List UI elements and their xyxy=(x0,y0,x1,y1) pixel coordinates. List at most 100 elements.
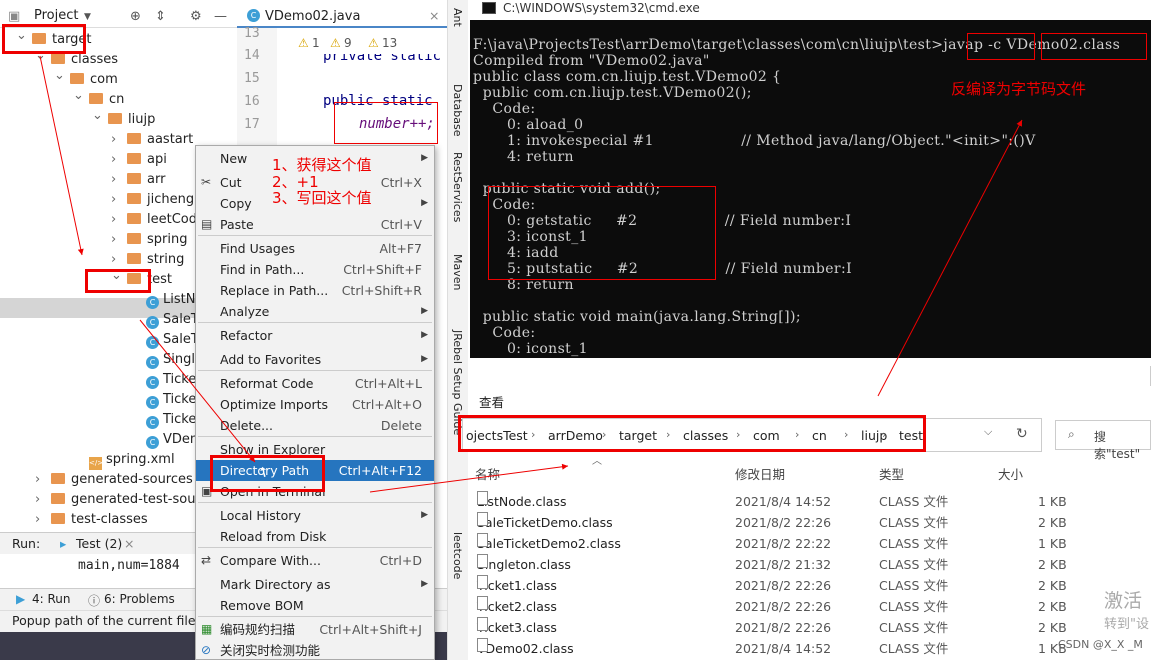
chevron-right-icon[interactable]: › xyxy=(111,130,116,150)
collapse-icon[interactable]: ⇕ xyxy=(155,9,166,24)
annotation-decompile: 反编译为字节码文件 xyxy=(951,80,1087,98)
cmd-icon xyxy=(482,2,496,14)
chevron-down-icon[interactable]: ⌄ xyxy=(54,66,65,86)
file-row[interactable]: SaleTicketDemo.class 2021/8/2 22:26 CLASS … xyxy=(470,512,1151,533)
tree-item[interactable]: › generated-sources xyxy=(25,470,193,490)
chevron-right-icon[interactable]: › xyxy=(35,470,40,490)
tree-item[interactable]: ⌄ target xyxy=(6,28,92,50)
tree-item[interactable]: › spring xyxy=(101,230,187,250)
tree-item[interactable]: › api xyxy=(101,150,167,170)
chevron-right-icon[interactable]: › xyxy=(111,210,116,230)
minimize-icon[interactable]: — xyxy=(214,9,227,24)
menu-item[interactable]: Add to Favorites ▶ xyxy=(196,349,434,370)
chevron-right-icon[interactable]: › xyxy=(35,510,40,530)
tree-item-body: aastart xyxy=(127,132,193,147)
breadcrumb-item[interactable]: ojectsTest xyxy=(466,428,528,443)
menu-item[interactable]: Mark Directory as ▶ xyxy=(196,574,434,595)
menu-item-shortcut: Ctrl+Alt+L xyxy=(354,376,422,391)
menu-item[interactable]: Reload from Disk xyxy=(196,526,434,547)
breadcrumb-item[interactable]: test xyxy=(899,428,923,443)
col-name[interactable]: 名称 xyxy=(475,464,500,483)
refresh-icon[interactable]: ↻ xyxy=(1016,426,1028,442)
chevron-right-icon[interactable]: › xyxy=(111,150,116,170)
address-bar[interactable]: ojectsTest › arrDemo › target › classes › com › cn… xyxy=(462,418,1042,452)
side-tab-restservices[interactable]: RestServices xyxy=(451,152,464,222)
tree-item[interactable]: </> spring.xml xyxy=(63,450,175,470)
run-tab[interactable]: Test (2) xyxy=(76,536,122,551)
menu-item[interactable]: Directory Path Ctrl+Alt+F12 xyxy=(196,460,434,481)
menu-item[interactable]: Optimize Imports Ctrl+Alt+O xyxy=(196,394,434,415)
menu-item[interactable]: Reformat Code Ctrl+Alt+L xyxy=(196,373,434,394)
menu-item[interactable]: Delete... Delete xyxy=(196,415,434,436)
side-tab-ant[interactable]: Ant xyxy=(451,8,464,27)
tree-item[interactable]: › aastart xyxy=(101,130,193,150)
close-icon[interactable]: × xyxy=(429,8,439,23)
tree-item[interactable]: › leetCode xyxy=(101,210,205,230)
inspection-widget[interactable]: ⚠ 1 ⚠ 9 ⚠ 13 xyxy=(298,34,443,54)
breadcrumb-item[interactable]: arrDemo xyxy=(548,428,603,443)
chevron-down-icon[interactable]: ⌄ xyxy=(111,266,122,286)
view-menu[interactable]: 查看 xyxy=(479,392,504,411)
side-tab-maven[interactable]: Maven xyxy=(451,254,464,290)
chevron-down-icon[interactable]: ⌄ xyxy=(92,106,103,126)
file-row[interactable]: ListNode.class 2021/8/4 14:52 CLASS 文件 1 KB xyxy=(470,491,1151,512)
tool-problems[interactable]: 6: Problems xyxy=(104,592,175,606)
menu-item[interactable]: ▦ 编码规约扫描 Ctrl+Alt+Shift+J xyxy=(196,619,434,640)
chevron-down-icon[interactable]: ⌄ xyxy=(73,86,84,106)
menu-item[interactable]: Find in Path... Ctrl+Shift+F xyxy=(196,259,434,280)
project-label[interactable]: Project xyxy=(34,8,78,23)
col-date[interactable]: 修改日期 xyxy=(735,464,785,483)
tree-item[interactable]: › generated-test-sources xyxy=(25,490,222,510)
tree-item[interactable]: ⌄ test xyxy=(101,268,172,290)
menu-item[interactable]: ⊘ 关闭实时检测功能 xyxy=(196,640,434,660)
col-size[interactable]: 大小 xyxy=(998,464,1023,483)
breadcrumb-item[interactable]: target xyxy=(619,428,657,443)
menu-item[interactable]: Find Usages Alt+F7 xyxy=(196,238,434,259)
file-row[interactable]: VDemo02.class 2021/8/4 14:52 CLASS 文件 1 KB xyxy=(470,638,1151,659)
breadcrumb-item[interactable]: classes xyxy=(683,428,728,443)
file-row[interactable]: Ticket2.class 2021/8/2 22:26 CLASS 文件 2 KB xyxy=(470,596,1151,617)
menu-item[interactable]: Remove BOM xyxy=(196,595,434,616)
file-row[interactable]: Singleton.class 2021/8/2 21:32 CLASS 文件 2 K… xyxy=(470,554,1151,575)
menu-item-label: Local History xyxy=(220,508,301,523)
problems-icon: ⓘ xyxy=(88,594,101,608)
menu-item[interactable]: Refactor ▶ xyxy=(196,325,434,346)
tree-item[interactable]: › jicheng xyxy=(101,190,194,210)
side-tab-leetcode[interactable]: leetcode xyxy=(451,532,464,579)
close-icon[interactable]: × xyxy=(124,536,134,551)
tool-run[interactable]: 4: Run xyxy=(32,592,71,606)
breadcrumb-item[interactable]: com xyxy=(753,428,780,443)
menu-item[interactable]: Show in Explorer xyxy=(196,439,434,460)
tree-item[interactable]: › arr xyxy=(101,170,165,190)
chevron-down-icon[interactable]: ⌵ xyxy=(984,425,992,439)
menu-item[interactable]: Analyze ▶ xyxy=(196,301,434,322)
menu-item[interactable]: ▤ Paste Ctrl+V xyxy=(196,214,434,235)
menu-item[interactable]: Local History ▶ xyxy=(196,505,434,526)
target-icon[interactable]: ⊕ xyxy=(130,9,141,24)
cmd-console[interactable]: F:\java\ProjectsTest\arrDemo\target\clas… xyxy=(470,20,1151,358)
menu-item[interactable]: Replace in Path... Ctrl+Shift+R xyxy=(196,280,434,301)
side-tab-database[interactable]: Database xyxy=(451,84,464,137)
breadcrumb-item[interactable]: cn xyxy=(812,428,827,443)
chevron-down-icon[interactable]: ▼ xyxy=(84,12,91,22)
chevron-down-icon[interactable]: ⌄ xyxy=(35,46,46,66)
col-type[interactable]: 类型 xyxy=(879,464,904,483)
chevron-right-icon[interactable]: › xyxy=(111,190,116,210)
menu-item[interactable]: ⇄ Compare With... Ctrl+D xyxy=(196,550,434,571)
chevron-right-icon[interactable]: › xyxy=(111,170,116,190)
run-config-icon: ▸ xyxy=(60,536,67,551)
gear-icon[interactable]: ⚙ xyxy=(190,9,202,24)
file-row[interactable]: Ticket1.class 2021/8/2 22:26 CLASS 文件 2 KB xyxy=(470,575,1151,596)
file-row[interactable]: SaleTicketDemo2.class 2021/8/2 22:22 CLASS… xyxy=(470,533,1151,554)
editor-tab[interactable]: C VDemo02.java × xyxy=(237,4,447,28)
tree-item[interactable]: › test-classes xyxy=(25,510,148,530)
chevron-down-icon[interactable]: ⌄ xyxy=(16,26,27,46)
chevron-right-icon[interactable]: › xyxy=(35,490,40,510)
tree-item[interactable]: ⌄ liujp xyxy=(82,108,155,130)
menu-item[interactable]: ▣ Open in Terminal xyxy=(196,481,434,502)
chevron-right-icon[interactable]: › xyxy=(111,230,116,250)
tree-item[interactable]: ⌄ classes xyxy=(25,48,118,70)
file-row[interactable]: Ticket3.class 2021/8/2 22:26 CLASS 文件 2 KB xyxy=(470,617,1151,638)
search-box[interactable]: ⌕ 搜索"test" xyxy=(1055,420,1151,461)
file-size: 2 KB xyxy=(1038,515,1067,530)
